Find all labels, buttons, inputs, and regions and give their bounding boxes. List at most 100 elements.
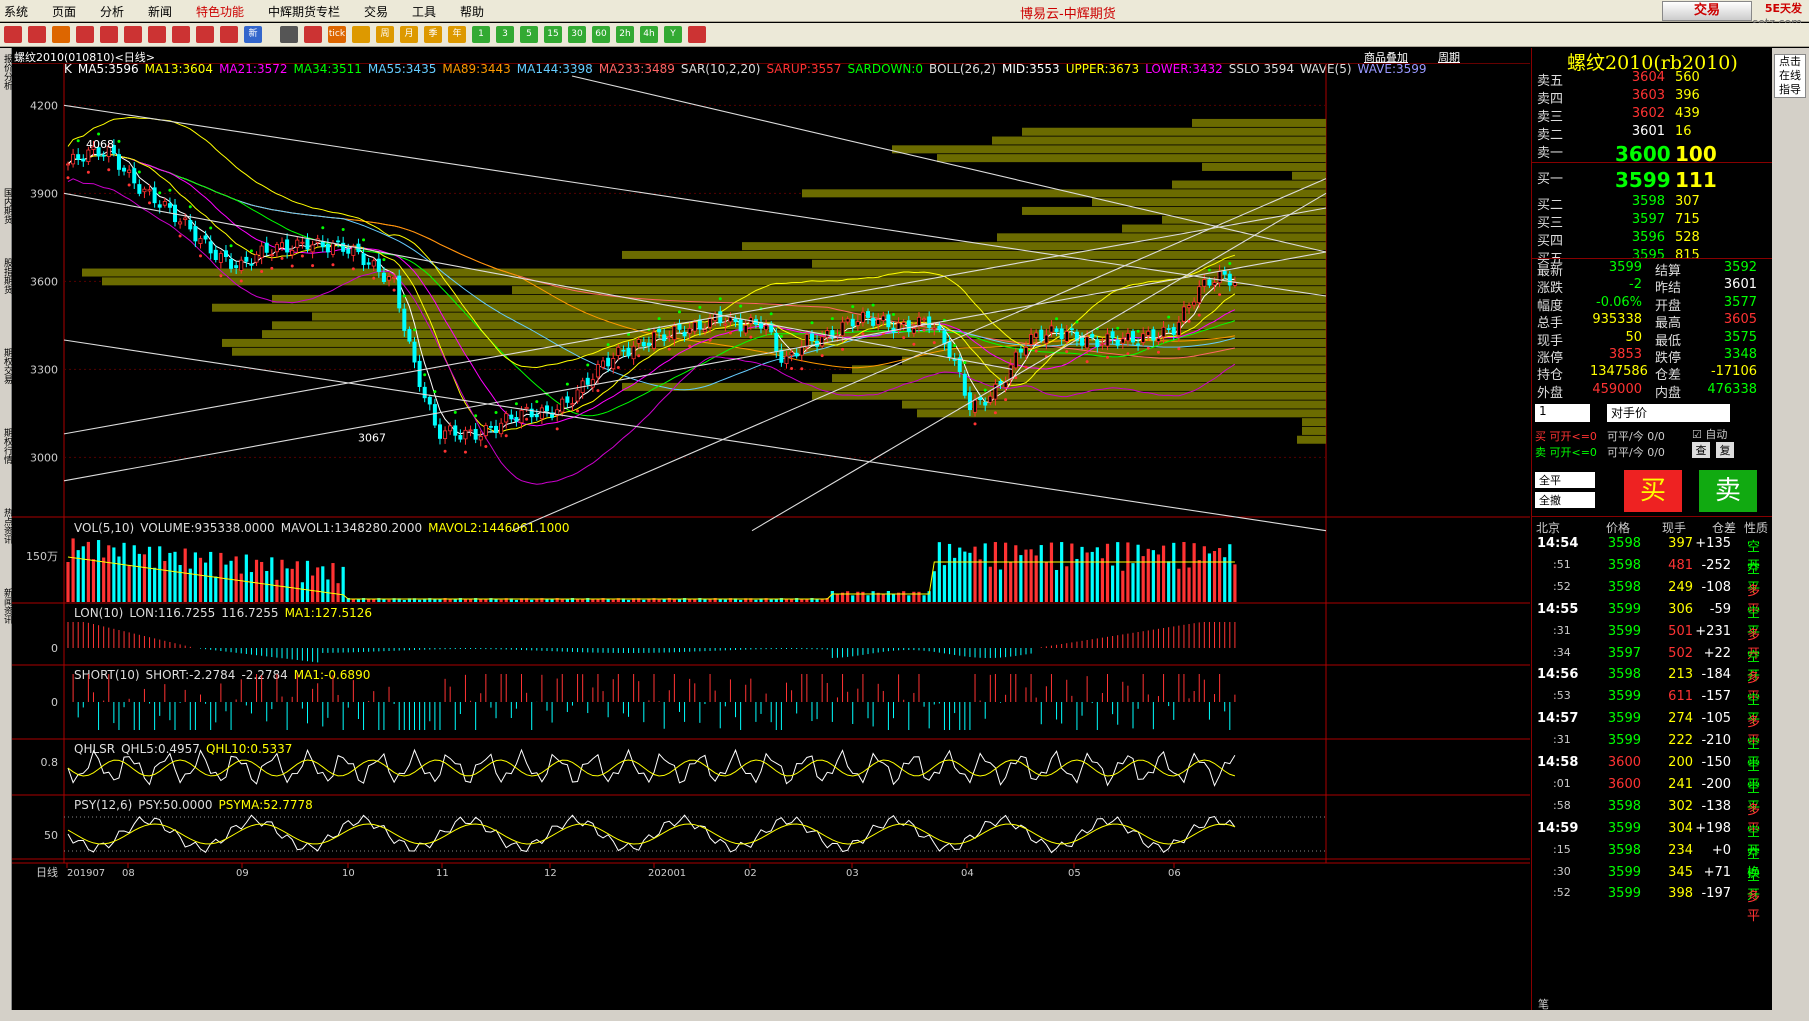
page-icon[interactable]	[52, 26, 70, 43]
tick-row: :58 3598 302 -138 多平	[1535, 799, 1769, 837]
volume-bar	[280, 559, 284, 602]
volume-bar	[953, 557, 957, 602]
search-icon[interactable]	[100, 26, 118, 43]
sar-dot	[667, 347, 671, 351]
close-all-button[interactable]: 全平	[1535, 472, 1595, 488]
curve-icon[interactable]	[304, 26, 322, 43]
tick-row: :34 3597 502 +22 空开	[1535, 646, 1769, 684]
candle-body	[901, 321, 906, 325]
new-icon[interactable]: 新	[244, 26, 262, 43]
tab-index-futures[interactable]: 股指期货	[0, 258, 12, 318]
candle-body	[223, 250, 228, 257]
tab-domestic-futures[interactable]: 国内期货	[0, 188, 12, 248]
volume-bar	[1151, 550, 1155, 602]
candle-body	[575, 389, 580, 402]
candle-body	[682, 331, 687, 337]
tab-quote-analysis[interactable]: 报价分析	[0, 54, 12, 134]
month-icon[interactable]: 月	[400, 26, 418, 43]
volume-profile-bar	[622, 382, 1326, 391]
menu-features[interactable]: 特色功能	[196, 3, 244, 20]
sell-open-label: 卖 可开<=0	[1535, 446, 1597, 459]
menu-page[interactable]: 页面	[52, 3, 76, 20]
min3-icon[interactable]: 3	[496, 26, 514, 43]
volume-bar	[1126, 542, 1130, 602]
menu-news[interactable]: 新闻	[148, 3, 172, 20]
online-guide-button[interactable]: 点击 在线 指导	[1774, 54, 1806, 98]
sar-dot	[718, 297, 722, 301]
candle-body	[702, 329, 707, 333]
kline-chart[interactable]: 4200 3900 3600 3300 3000 4068 3067 150万 0 0 0.8 50 日…	[12, 48, 1530, 1010]
menu-trade[interactable]: 交易	[364, 3, 388, 20]
menu-analysis[interactable]: 分析	[100, 3, 124, 20]
volume-bar	[856, 591, 860, 602]
pen-icon[interactable]	[172, 26, 190, 43]
tick-row: 14:59 3599 304 +198 空开	[1535, 821, 1769, 859]
order-book-row[interactable]: 买二 3598 307	[1535, 194, 1769, 213]
sell-button[interactable]: 卖	[1699, 470, 1757, 512]
menu-zhonghui[interactable]: 中辉期货专栏	[268, 3, 340, 20]
stats-cell: 3599	[1608, 260, 1642, 275]
buy-button[interactable]: 买	[1624, 470, 1682, 512]
hour4-icon[interactable]: 4h	[640, 26, 658, 43]
year-icon[interactable]: 年	[448, 26, 466, 43]
tab-option-quote[interactable]: 期权行情	[0, 428, 12, 488]
min1-icon[interactable]: 1	[472, 26, 490, 43]
stats-cell: -2	[1629, 277, 1642, 293]
hour2-icon[interactable]: 2h	[616, 26, 634, 43]
chart-area[interactable]: 螺纹2010(010810)<日线> 商品叠加 周期 K MA5:3596 MA13…	[12, 48, 1530, 1010]
order-book-row[interactable]: 买四 3596 528	[1535, 230, 1769, 249]
home-icon[interactable]	[28, 26, 46, 43]
back-icon[interactable]	[4, 26, 22, 43]
candle-body	[1029, 334, 1034, 345]
menu-tools[interactable]: 工具	[412, 3, 436, 20]
copy-button[interactable]: 复	[1716, 442, 1734, 458]
tick-cell: 3600	[1607, 776, 1641, 792]
candle-body	[1217, 270, 1222, 284]
candle-body	[239, 259, 244, 271]
candle-body	[626, 347, 631, 357]
min30-icon[interactable]: 30	[568, 26, 586, 43]
candle-body	[1110, 331, 1115, 339]
y-icon[interactable]: Y	[664, 26, 682, 43]
order-book-row[interactable]: 卖三 3602 439	[1535, 106, 1769, 125]
min15-icon[interactable]: 15	[544, 26, 562, 43]
draw-icon[interactable]	[196, 26, 214, 43]
volume-bar	[81, 546, 85, 602]
order-book-row[interactable]: 卖五 3604 560	[1535, 70, 1769, 89]
order-book-row[interactable]: 卖二 3601 16	[1535, 124, 1769, 143]
order-book-row[interactable]: 买三 3597 715	[1535, 212, 1769, 231]
season-icon[interactable]: 季	[424, 26, 442, 43]
candle-body	[708, 317, 713, 328]
min60-icon[interactable]: 60	[592, 26, 610, 43]
zoom-out-icon[interactable]	[148, 26, 166, 43]
volume-bar	[917, 591, 921, 602]
candle-body	[973, 399, 978, 413]
candle-body	[1039, 329, 1044, 341]
auto-checkbox[interactable]: ☑ 自动	[1692, 426, 1727, 442]
candle-body	[448, 425, 453, 432]
candle-body	[1054, 328, 1059, 333]
tab-hot-news[interactable]: 热点资讯	[0, 508, 12, 568]
window-icon[interactable]	[688, 26, 706, 43]
stats-cell: 最新	[1537, 264, 1564, 279]
week-icon[interactable]	[352, 26, 370, 43]
filter-icon[interactable]	[220, 26, 238, 43]
order-book-row[interactable]: 卖四 3603 396	[1535, 88, 1769, 107]
qty-input[interactable]: 1	[1535, 404, 1590, 422]
min5-icon[interactable]: 5	[520, 26, 538, 43]
price-type-select[interactable]: 对手价	[1607, 404, 1730, 422]
sar-dot	[290, 264, 294, 268]
doc-icon[interactable]	[76, 26, 94, 43]
calendar-icon[interactable]: 周	[376, 26, 394, 43]
zoom-in-icon[interactable]	[124, 26, 142, 43]
order-book-row[interactable]: 买一 3599 111	[1535, 168, 1769, 192]
menu-system[interactable]: 系统	[4, 3, 28, 20]
cancel-all-button[interactable]: 全撤	[1535, 492, 1595, 508]
tab-news[interactable]: 新闻资讯	[0, 588, 12, 648]
order-book-row[interactable]: 卖一 3600 100	[1535, 142, 1769, 166]
menu-help[interactable]: 帮助	[460, 3, 484, 20]
table-icon[interactable]	[280, 26, 298, 43]
tick-icon[interactable]: tick	[328, 26, 346, 43]
tab-option-trade[interactable]: 期权交易	[0, 348, 12, 408]
check-button[interactable]: 查	[1692, 442, 1710, 458]
